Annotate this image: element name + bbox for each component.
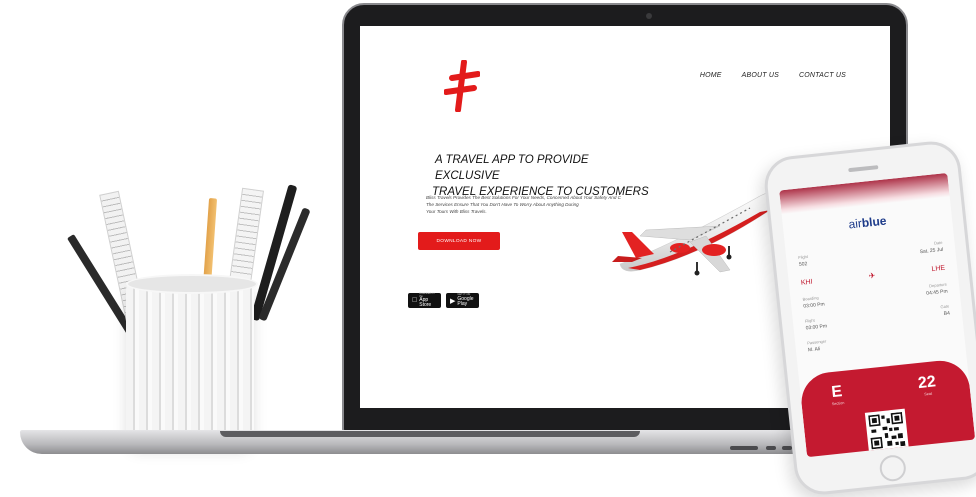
seat-label: Seat: [924, 391, 933, 397]
nav-home-link[interactable]: HOME: [700, 72, 722, 79]
camera-icon: [646, 13, 652, 19]
description-line: The Services Ensure That You Don't Have …: [426, 202, 579, 208]
departure-cell: Departure 04:45 Pm: [925, 282, 948, 297]
gate-cell: Gate B4: [940, 303, 950, 317]
ticket-row: Flight 502 Date Sat, 25 Jul: [798, 240, 944, 268]
seat-block: 22 Seat: [917, 373, 937, 397]
gate-label: Gate: [940, 303, 950, 310]
flight-time-value: 03:00 Pm: [805, 323, 828, 332]
section-value: E: [830, 383, 844, 402]
port-icon: [782, 446, 792, 450]
play-icon: ▶: [450, 297, 456, 305]
passenger-cell: Passenger M. Ali: [807, 338, 827, 353]
port-icon: [730, 446, 758, 450]
main-nav: HOME ABOUT US CONTACT US: [700, 72, 846, 79]
app-store-badge[interactable]:  Download on the App Store: [408, 292, 441, 308]
section-block: E Section: [830, 383, 845, 406]
badge-big-text: App Store: [414, 298, 437, 308]
boarding-pass-panel: E Section 22 Seat: [798, 357, 976, 458]
hero-description: Bliss Travels Provides The Best Solution…: [426, 194, 636, 215]
badge-big-text: Google Play: [457, 295, 474, 307]
flight-time-cell: Flight 03:00 Pm: [804, 316, 828, 332]
departure-label: Departure: [928, 281, 948, 289]
boarding-cell: Boarding 03:00 Pm: [802, 294, 826, 310]
departure-value: 04:45 Pm: [926, 288, 948, 297]
passenger-value: M. Ali: [807, 346, 821, 354]
date-value: Sat, 25 Jul: [919, 246, 944, 256]
plane-icon: ✈: [868, 271, 876, 281]
phone-speaker: [848, 165, 879, 173]
boarding-pass-screen: airblue Flight 502 Date Sat, 25 Jul KHI …: [779, 172, 976, 458]
flight-cell: Flight 502: [798, 254, 809, 268]
description-line: Your Tours With Bliss Travels.: [426, 209, 487, 215]
seat-value: 22: [917, 373, 937, 393]
qr-code-icon: [864, 408, 909, 453]
flight-label: Flight: [797, 253, 809, 260]
origin-code: KHI: [800, 278, 813, 287]
passenger-label: Passenger: [806, 338, 827, 346]
apple-icon: : [412, 297, 417, 304]
laptop-notch: [220, 431, 640, 437]
smartphone: airblue Flight 502 Date Sat, 25 Jul KHI …: [761, 138, 976, 497]
flight-value: 502: [798, 261, 808, 268]
port-icon: [766, 446, 776, 450]
google-play-badge[interactable]: ▶ GET IT ON Google Play: [446, 293, 479, 308]
gate-value: B4: [943, 310, 951, 318]
brand-logo-icon: [444, 60, 480, 112]
boarding-value: 03:00 Pm: [803, 301, 826, 310]
nav-contact-link[interactable]: CONTACT US: [799, 72, 846, 79]
ticket-row: Passenger M. Ali: [807, 325, 953, 353]
nav-about-link[interactable]: ABOUT US: [742, 72, 779, 79]
flight-time-label: Flight: [804, 317, 815, 324]
cup-body: [126, 274, 258, 444]
airline-logo-bold: blue: [861, 213, 888, 231]
date-cell: Date Sat, 25 Jul: [919, 239, 944, 256]
description-line: Bliss Travels Provides The Best Solution…: [426, 195, 621, 200]
date-label: Date: [933, 239, 943, 246]
section-label: Section: [831, 400, 845, 407]
boarding-label: Boarding: [802, 295, 819, 302]
download-now-button[interactable]: DOWNLOAD NOW: [418, 232, 500, 250]
home-button[interactable]: [878, 453, 908, 483]
destination-code: LHE: [931, 264, 946, 274]
pencil-cup-decoration: [67, 170, 311, 460]
header-gradient: [779, 172, 950, 215]
